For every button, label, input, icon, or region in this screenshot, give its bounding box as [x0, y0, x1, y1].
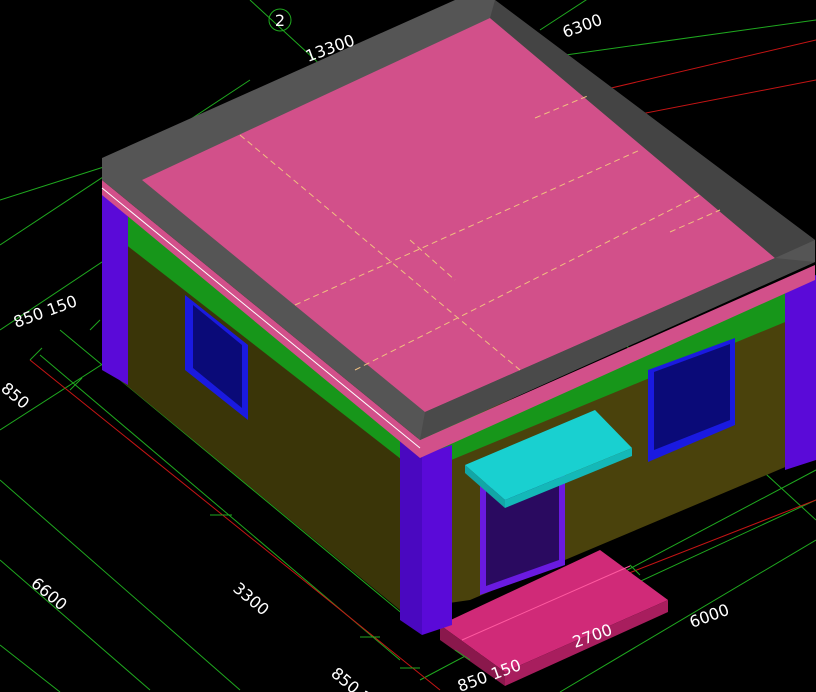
column-left: [102, 190, 128, 385]
column-right: [785, 275, 816, 470]
axis-bubble-label: 2: [275, 11, 285, 30]
cad-3d-viewport[interactable]: 2 13300 6300 850 150 850 6600 3300 850 1…: [0, 0, 816, 692]
column-front: [400, 440, 452, 635]
